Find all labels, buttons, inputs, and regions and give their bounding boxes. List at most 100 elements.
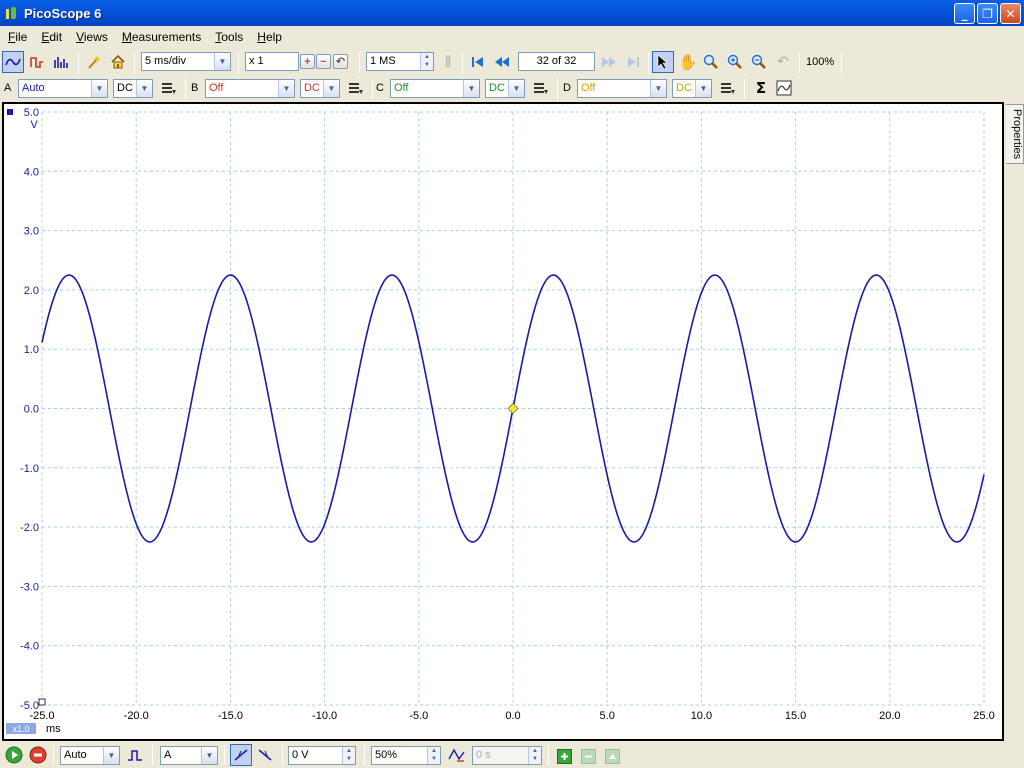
- trigger-threshold-field[interactable]: 0 V ▲ ▼: [288, 746, 356, 765]
- sigma-icon: Σ: [755, 79, 767, 97]
- zoom-out-button[interactable]: [748, 51, 770, 73]
- default-setup-button[interactable]: [107, 51, 129, 73]
- channel-a-options-button[interactable]: [158, 77, 180, 99]
- menu-edit[interactable]: Edit: [33, 28, 68, 46]
- skip-last-disabled-icon: [628, 57, 639, 67]
- x-tick-label: 25.0: [973, 710, 994, 722]
- y-tick-label: -5.0: [20, 700, 39, 712]
- ruler-options-button[interactable]: [601, 745, 623, 767]
- channel-c-options-button[interactable]: [530, 77, 552, 99]
- auto-setup-button[interactable]: [83, 51, 105, 73]
- channel-d-options-button[interactable]: [717, 77, 739, 99]
- spectrum-mode-button[interactable]: [50, 51, 72, 73]
- restore-button[interactable]: ❐: [977, 3, 998, 24]
- trigger-delay-field[interactable]: 0 s ▲ ▼: [472, 746, 542, 765]
- add-green-icon: [556, 748, 572, 764]
- y-tick-label: 2.0: [24, 285, 39, 297]
- chevron-down-icon: ▼: [201, 747, 217, 764]
- skip-first-icon: [472, 57, 483, 67]
- hand-tool-button[interactable]: ✋: [677, 51, 699, 73]
- channel-d-coupling-select[interactable]: DC ▼: [672, 79, 712, 98]
- chevron-down-icon: ▼: [508, 80, 524, 97]
- menu-file[interactable]: File: [0, 28, 33, 46]
- falling-edge-button[interactable]: [254, 744, 276, 766]
- select-tool-button[interactable]: [652, 51, 674, 73]
- scope-graph[interactable]: -25.0 -20.0 -15.0 -10.0 -5.0 0.0 5.0 10.0 15.0 20…: [4, 104, 1002, 739]
- math-channels-button[interactable]: Σ: [750, 77, 772, 99]
- channel-b-coupling-select[interactable]: DC ▼: [300, 79, 340, 98]
- previous-buffer-button[interactable]: [491, 51, 513, 73]
- remove-disabled-icon: [580, 748, 596, 764]
- stop-icon: [29, 746, 47, 764]
- channel-b-range-select[interactable]: Off ▼: [205, 79, 295, 98]
- menu-accelerator: H: [257, 30, 266, 44]
- resolution-enhancement-button[interactable]: ⫼: [437, 51, 459, 73]
- rewind-icon: [495, 57, 509, 67]
- start-button[interactable]: [3, 744, 25, 766]
- zoom-in-button[interactable]: [724, 51, 746, 73]
- zoom-window-button[interactable]: [700, 51, 722, 73]
- home-icon: [111, 54, 125, 69]
- scope-mode-button[interactable]: [2, 51, 24, 73]
- menu-tools[interactable]: Tools: [207, 28, 249, 46]
- close-button[interactable]: ✕: [1000, 3, 1021, 24]
- channel-c-coupling-select[interactable]: DC ▼: [485, 79, 525, 98]
- samples-value: 1 MS: [370, 55, 396, 67]
- trigger-source-value: A: [164, 749, 172, 761]
- advanced-trigger-button[interactable]: [124, 744, 146, 766]
- zoom-out-factor-button[interactable]: −: [316, 54, 331, 69]
- scope-view[interactable]: -25.0 -20.0 -15.0 -10.0 -5.0 0.0 5.0 10.0 15.0 20…: [2, 102, 1004, 741]
- trigger-source-select[interactable]: A ▼: [160, 746, 218, 765]
- post-trigger-delay-button[interactable]: [446, 744, 468, 766]
- spectrum-mode-icon: [54, 57, 68, 68]
- chevron-down-icon: ▼: [91, 80, 107, 97]
- menu-views[interactable]: Views: [68, 28, 114, 46]
- undo-zoom-button[interactable]: ↶: [772, 51, 794, 73]
- stop-button[interactable]: [27, 744, 49, 766]
- properties-tab[interactable]: Properties: [1006, 104, 1024, 164]
- buffer-position: 32 of 32: [536, 55, 577, 67]
- zoom-percent: 100%: [806, 56, 835, 68]
- timebase-select[interactable]: 5 ms/div ▼: [141, 52, 231, 71]
- restore-icon: ❐: [982, 6, 993, 21]
- first-buffer-button[interactable]: [467, 51, 489, 73]
- zoom-reset-button[interactable]: ↶: [333, 54, 348, 69]
- trigger-marker[interactable]: [507, 402, 519, 415]
- x-axis-unit: ms: [46, 723, 61, 735]
- axis-origin-marker: [38, 698, 46, 706]
- chevron-down-icon: ▼: [214, 53, 230, 70]
- channel-b-range-value: Off: [209, 82, 224, 94]
- channel-d-range-select[interactable]: Off ▼: [577, 79, 667, 98]
- zoom-factor-field[interactable]: x 1: [245, 52, 299, 71]
- chevron-down-icon: ▼: [695, 80, 711, 97]
- channel-options-icon: [162, 83, 176, 94]
- main-toolbar: 5 ms/div ▼ x 1 + − ↶ 1 MS ▲ ▼ ⫼ 32 of 32 …: [0, 50, 1024, 75]
- chevron-down-icon: ▼: [323, 80, 339, 97]
- channel-a-coupling-select[interactable]: DC ▼: [113, 79, 153, 98]
- picoscope-app-icon: [5, 5, 19, 21]
- rising-edge-button[interactable]: [230, 744, 252, 766]
- pre-trigger-field[interactable]: 50% ▲ ▼: [371, 746, 441, 765]
- channel-a-range-value: Auto: [22, 82, 45, 94]
- zoom-badge: x1.0: [12, 724, 29, 734]
- scope-mode-icon: [5, 58, 21, 66]
- last-buffer-button[interactable]: [622, 51, 644, 73]
- channel-a-range-select[interactable]: Auto ▼: [18, 79, 108, 98]
- samples-field[interactable]: 1 MS ▲ ▼: [366, 52, 434, 71]
- menu-label: ools: [221, 30, 244, 44]
- zoom-out-icon: [751, 54, 766, 69]
- remove-ruler-button[interactable]: [577, 745, 599, 767]
- channel-c-range-select[interactable]: Off ▼: [390, 79, 480, 98]
- menu-measurements[interactable]: Measurements: [114, 28, 207, 46]
- next-buffer-button[interactable]: [598, 51, 620, 73]
- add-ruler-button[interactable]: [553, 745, 575, 767]
- buffer-navigator-field[interactable]: 32 of 32: [518, 52, 595, 71]
- channel-b-options-button[interactable]: [345, 77, 367, 99]
- persistence-mode-button[interactable]: [26, 51, 48, 73]
- trigger-mode-select[interactable]: Auto ▼: [60, 746, 120, 765]
- menu-help[interactable]: Help: [249, 28, 288, 46]
- minimize-button[interactable]: _: [954, 3, 975, 24]
- reference-waveforms-button[interactable]: [773, 77, 795, 99]
- x-tick-label: 10.0: [691, 710, 712, 722]
- zoom-in-factor-button[interactable]: +: [300, 54, 315, 69]
